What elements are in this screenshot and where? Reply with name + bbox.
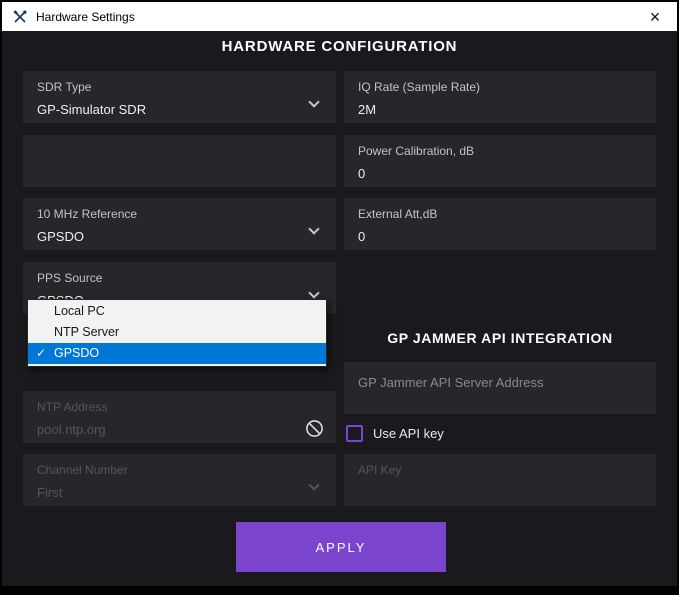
use-api-key-checkbox[interactable]: Use API key: [346, 422, 444, 444]
reference-label: 10 MHz Reference: [37, 207, 138, 221]
api-key-placeholder: API Key: [358, 463, 402, 477]
channel-number-value: First: [37, 485, 63, 500]
pps-source-label: PPS Source: [37, 271, 103, 285]
close-button[interactable]: ×: [633, 2, 677, 31]
title-bar[interactable]: Hardware Settings ×: [2, 2, 677, 31]
page-title: HARDWARE CONFIGURATION: [221, 38, 458, 55]
api-server-placeholder: GP Jammer API Server Address: [358, 375, 544, 390]
external-att-label: External Att,dB: [358, 207, 438, 221]
checkmark-icon: ✓: [36, 346, 47, 360]
checkbox-box-icon: [346, 424, 363, 442]
channel-number-select: Channel Number First: [23, 454, 336, 506]
dropdown-item-local-pc[interactable]: Local PC: [28, 301, 326, 322]
power-calibration-label: Power Calibration, dB: [358, 144, 475, 158]
window-title: Hardware Settings: [36, 9, 135, 24]
sdr-type-select[interactable]: SDR Type GP-Simulator SDR: [23, 71, 336, 123]
sdr-type-label: SDR Type: [37, 80, 92, 94]
external-att-field[interactable]: External Att,dB 0: [344, 198, 656, 250]
ntp-address-label: NTP Address: [37, 400, 108, 414]
blocked-icon: [305, 419, 324, 438]
dropdown-item-ntp-server[interactable]: NTP Server: [28, 322, 326, 343]
power-calibration-field[interactable]: Power Calibration, dB 0: [344, 135, 656, 187]
empty-field: [23, 135, 336, 187]
iq-rate-label: IQ Rate (Sample Rate): [358, 80, 481, 94]
external-att-value: 0: [358, 229, 366, 244]
use-api-key-label: Use API key: [373, 425, 444, 441]
api-key-field: API Key: [344, 454, 656, 506]
ntp-address-field: NTP Address pool.ntp.org: [23, 391, 336, 443]
iq-rate-field[interactable]: IQ Rate (Sample Rate) 2M: [344, 71, 656, 123]
reference-select[interactable]: 10 MHz Reference GPSDO: [23, 198, 336, 250]
apply-button[interactable]: APPLY: [236, 522, 446, 572]
reference-value: GPSDO: [37, 229, 84, 244]
api-server-field[interactable]: GP Jammer API Server Address: [344, 362, 656, 414]
iq-rate-value: 2M: [358, 102, 377, 117]
pps-dropdown-popup: Local PC NTP Server ✓ GPSDO: [27, 299, 327, 367]
power-calibration-value: 0: [358, 166, 366, 181]
tools-icon: [12, 9, 28, 25]
dropdown-item-gpsdo[interactable]: ✓ GPSDO: [28, 343, 326, 364]
hardware-settings-window: Hardware Settings × HARDWARE CONFIGURATI…: [0, 0, 679, 595]
ntp-address-value: pool.ntp.org: [37, 422, 106, 437]
close-icon: ×: [649, 6, 661, 27]
sdr-type-value: GP-Simulator SDR: [37, 102, 147, 117]
channel-number-label: Channel Number: [37, 463, 128, 477]
api-section-title: GP JAMMER API INTEGRATION: [387, 330, 613, 346]
